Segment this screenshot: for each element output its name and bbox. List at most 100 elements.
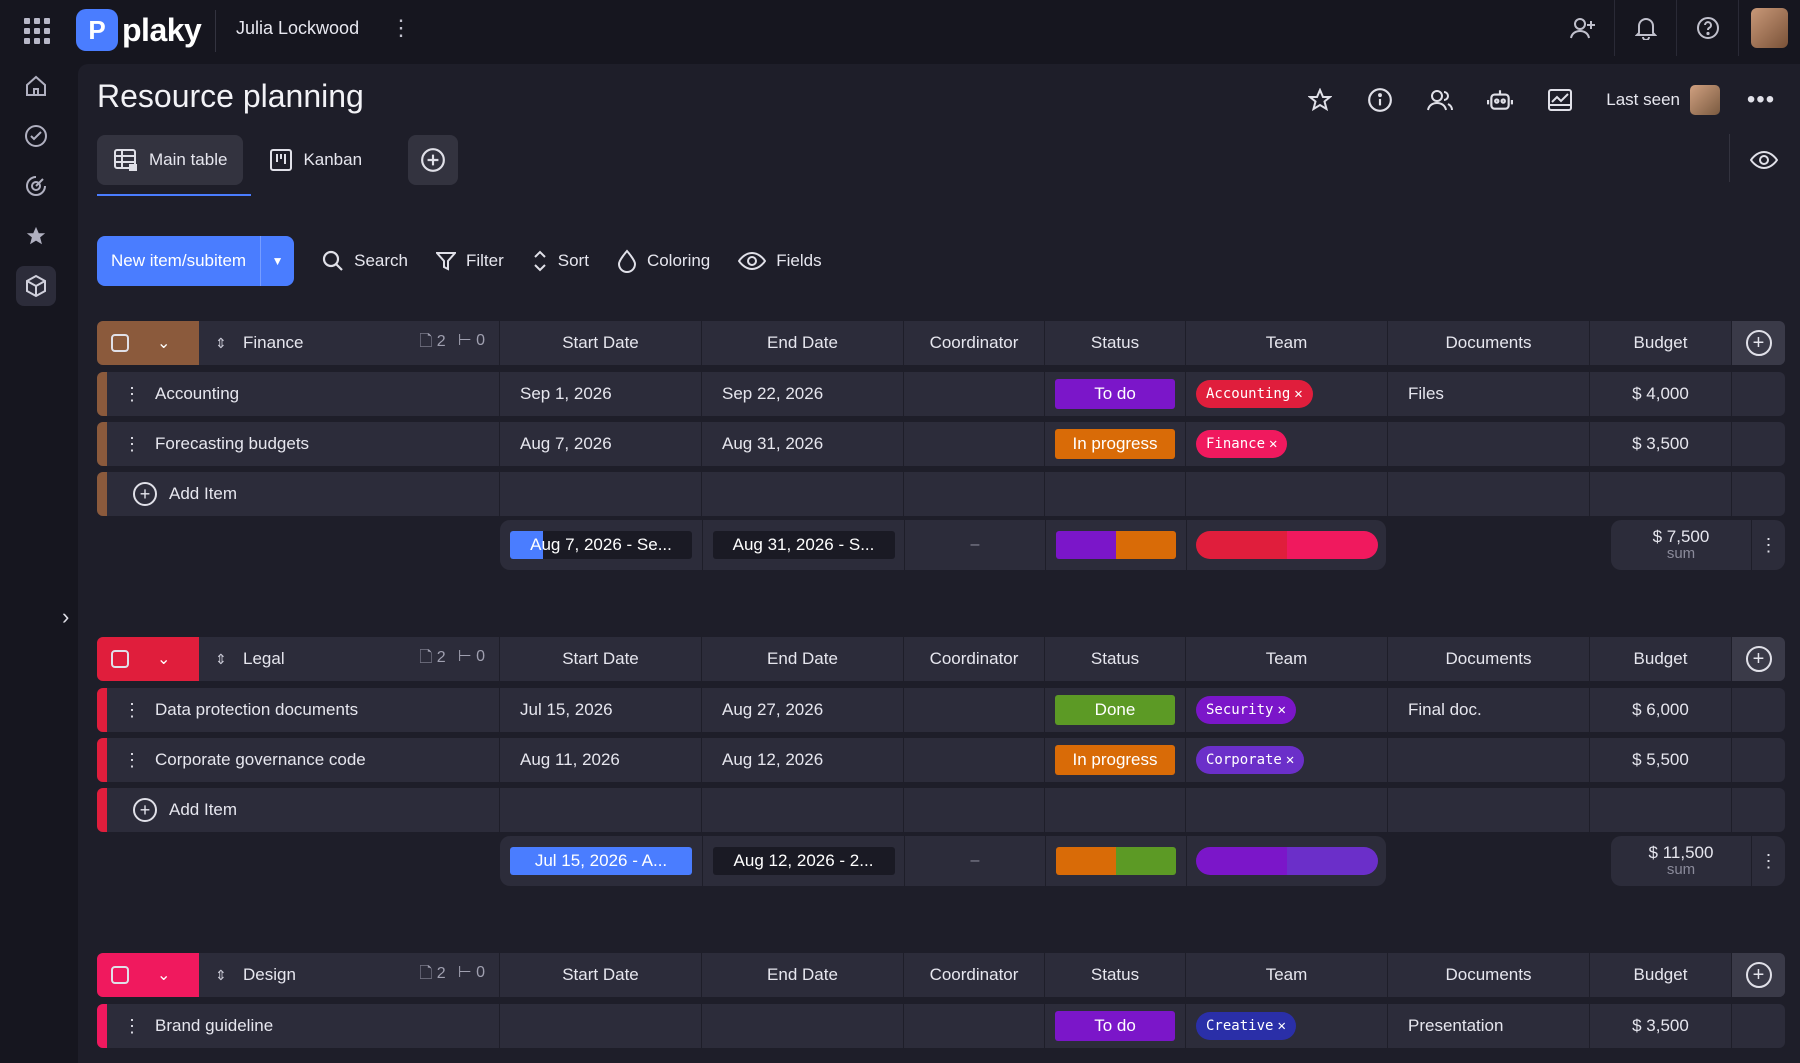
add-item-row[interactable]: + Add Item [97,788,1785,832]
column-header-start-date[interactable]: Start Date [499,953,701,997]
start-summary-cell[interactable]: Aug 7, 2026 - Se... [500,520,702,570]
group-color-handle[interactable]: ⌄ [97,637,199,681]
new-item-button[interactable]: New item/subitem ▼ [97,236,295,286]
budget-cell[interactable]: $ 3,500 [1589,422,1731,466]
team-tag[interactable]: Creative ✕ [1196,1012,1296,1040]
start-range-pill[interactable]: Aug 7, 2026 - Se... [510,531,692,559]
caret-down-icon[interactable]: ▼ [260,236,294,286]
help-question-icon[interactable] [1676,0,1738,56]
end-date-cell[interactable]: Aug 12, 2026 [701,738,903,782]
end-date-cell[interactable]: Aug 31, 2026 [701,422,903,466]
start-date-cell[interactable] [499,1004,701,1048]
status-badge[interactable]: In progress [1055,745,1175,775]
column-header-budget[interactable]: Budget [1589,953,1731,997]
robot-icon[interactable] [1470,80,1530,120]
summary-menu-icon[interactable]: ⋮ [1751,520,1785,570]
add-column-button[interactable]: + [1731,953,1785,997]
add-item-label[interactable]: Add Item [169,800,237,820]
remove-tag-icon[interactable]: ✕ [1277,1018,1285,1034]
column-header-documents[interactable]: Documents [1387,321,1589,365]
item-name[interactable]: Corporate governance code [155,750,366,770]
row-menu-icon[interactable]: ⋮ [115,384,149,405]
summary-menu-icon[interactable]: ⋮ [1751,836,1785,886]
start-date-cell[interactable]: Sep 1, 2026 [499,372,701,416]
documents-cell[interactable]: Presentation [1387,1004,1589,1048]
add-item-cell[interactable]: + Add Item [97,472,499,516]
status-cell[interactable]: In progress [1044,738,1185,782]
budget-cell[interactable]: $ 6,000 [1589,688,1731,732]
end-summary-cell[interactable]: Aug 12, 2026 - 2... [702,836,904,886]
plus-circle-icon[interactable]: + [133,798,157,822]
table-row[interactable]: ⋮ Accounting Sep 1, 2026 Sep 22, 2026 To… [97,372,1785,416]
team-tag[interactable]: Finance ✕ [1196,430,1288,458]
table-row[interactable]: ⋮ Corporate governance code Aug 11, 2026… [97,738,1785,782]
end-date-cell[interactable]: Aug 27, 2026 [701,688,903,732]
team-cell[interactable]: Security ✕ [1185,688,1387,732]
tab-main-table[interactable]: Main table [97,135,244,185]
item-name-cell[interactable]: ⋮ Forecasting budgets [97,422,499,466]
item-name-cell[interactable]: ⋮ Corporate governance code [97,738,499,782]
row-menu-icon[interactable]: ⋮ [115,700,149,721]
chevron-down-icon[interactable]: ⌄ [157,649,170,669]
budget-cell[interactable]: $ 4,000 [1589,372,1731,416]
home-icon[interactable] [16,66,56,106]
table-row[interactable]: ⋮ Data protection documents Jul 15, 2026… [97,688,1785,732]
coordinator-cell[interactable] [903,738,1044,782]
workspace-name[interactable]: Julia Lockwood [236,18,359,39]
column-header-coordinator[interactable]: Coordinator [903,321,1044,365]
apps-grid-icon[interactable] [24,18,50,44]
column-header-coordinator[interactable]: Coordinator [903,637,1044,681]
column-header-status[interactable]: Status [1044,637,1185,681]
add-user-icon[interactable] [1552,0,1614,56]
team-tag[interactable]: Accounting ✕ [1196,380,1313,408]
group-checkbox[interactable] [111,334,129,352]
item-name[interactable]: Forecasting budgets [155,434,309,454]
add-item-row[interactable]: + Add Item [97,472,1785,516]
remove-tag-icon[interactable]: ✕ [1269,436,1277,452]
radar-icon[interactable] [16,166,56,206]
team-cell[interactable]: Creative ✕ [1185,1004,1387,1048]
status-cell[interactable]: To do [1044,372,1185,416]
plus-circle-icon[interactable]: + [133,482,157,506]
collapse-arrows-icon[interactable]: ⇕ [215,335,235,352]
end-summary-cell[interactable]: Aug 31, 2026 - S... [702,520,904,570]
users-icon[interactable] [1410,80,1470,120]
end-date-cell[interactable]: Sep 22, 2026 [701,372,903,416]
row-menu-icon[interactable]: ⋮ [115,434,149,455]
add-column-button[interactable]: + [1731,637,1785,681]
chevron-down-icon[interactable]: ⌄ [157,965,170,985]
eye-icon[interactable] [1744,142,1784,178]
team-summary-cell[interactable] [1186,520,1386,570]
end-range-pill[interactable]: Aug 12, 2026 - 2... [712,847,895,875]
chevron-down-icon[interactable]: ⌄ [157,333,170,353]
status-distribution-bar[interactable] [1056,531,1176,559]
documents-cell[interactable] [1387,422,1589,466]
item-name-cell[interactable]: ⋮ Accounting [97,372,499,416]
item-name[interactable]: Accounting [155,384,239,404]
remove-tag-icon[interactable]: ✕ [1294,386,1302,402]
remove-tag-icon[interactable]: ✕ [1277,702,1285,718]
status-badge[interactable]: To do [1055,379,1175,409]
column-header-coordinator[interactable]: Coordinator [903,953,1044,997]
remove-tag-icon[interactable]: ✕ [1286,752,1294,768]
status-summary-cell[interactable] [1045,520,1186,570]
end-date-cell[interactable] [701,1004,903,1048]
group-name[interactable]: Design [243,965,296,985]
filter-button[interactable]: Filter [435,251,504,271]
workspace-menu-icon[interactable]: ⋮ [390,16,412,40]
add-column-button[interactable]: + [1731,321,1785,365]
add-item-cell[interactable]: + Add Item [97,788,499,832]
column-header-end-date[interactable]: End Date [701,637,903,681]
user-avatar-area[interactable] [1738,0,1800,56]
coordinator-cell[interactable] [903,422,1044,466]
team-distribution-bar[interactable] [1195,531,1378,559]
group-checkbox[interactable] [111,966,129,984]
status-cell[interactable]: In progress [1044,422,1185,466]
coordinator-cell[interactable] [903,1004,1044,1048]
group-color-handle[interactable]: ⌄ [97,953,199,997]
group-color-handle[interactable]: ⌄ [97,321,199,365]
bell-icon[interactable] [1614,0,1676,56]
start-date-cell[interactable]: Aug 11, 2026 [499,738,701,782]
search-button[interactable]: Search [322,250,408,272]
end-range-pill[interactable]: Aug 31, 2026 - S... [712,531,895,559]
